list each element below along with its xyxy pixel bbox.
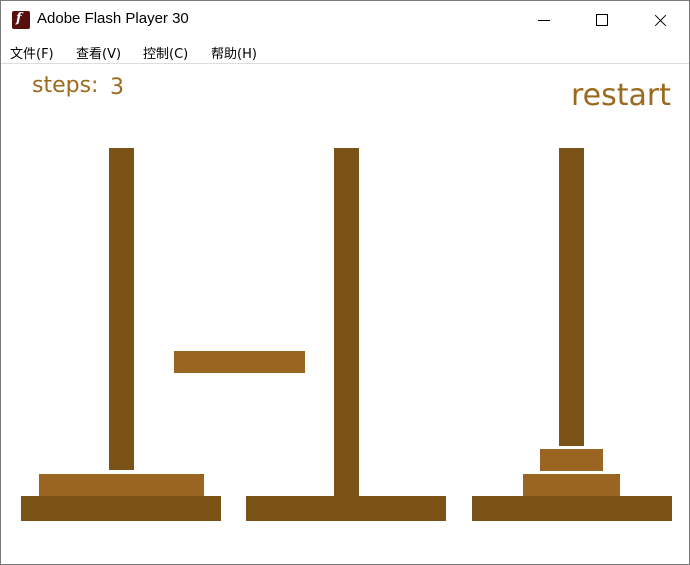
peg-3[interactable]	[559, 148, 584, 446]
peg-1[interactable]	[109, 148, 134, 470]
close-button[interactable]	[631, 1, 689, 39]
disk-held[interactable]	[174, 351, 305, 373]
window-title: Adobe Flash Player 30	[37, 10, 189, 27]
game-stage: steps: 3 restart	[1, 64, 689, 564]
peg-2-base[interactable]	[246, 496, 446, 521]
minimize-button[interactable]	[515, 1, 573, 39]
steps-counter: 3	[110, 75, 124, 100]
menu-file[interactable]: 文件(F)	[10, 43, 54, 62]
peg-1-base[interactable]	[21, 496, 221, 521]
menu-control[interactable]: 控制(C)	[143, 43, 188, 62]
steps-label: steps:	[32, 73, 99, 98]
menu-bar: 文件(F) 查看(V) 控制(C) 帮助(H)	[1, 39, 689, 64]
flash-icon: f	[12, 11, 30, 29]
flash-player-window: f Adobe Flash Player 30 文件(F) 查看(V) 控制(C…	[0, 0, 690, 565]
disk-medium[interactable]	[523, 474, 620, 496]
disk-small[interactable]	[540, 449, 603, 471]
restart-button[interactable]: restart	[571, 78, 671, 113]
peg-2[interactable]	[334, 148, 359, 496]
maximize-button[interactable]	[573, 1, 631, 39]
peg-3-base[interactable]	[472, 496, 672, 521]
title-bar: f Adobe Flash Player 30	[1, 1, 689, 39]
menu-help[interactable]: 帮助(H)	[211, 43, 257, 62]
menu-view[interactable]: 查看(V)	[76, 43, 121, 62]
disk-large[interactable]	[39, 474, 204, 496]
